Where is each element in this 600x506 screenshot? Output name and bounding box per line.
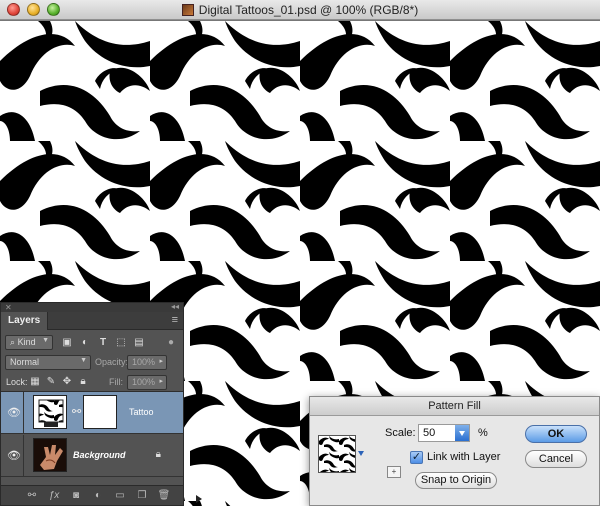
snap-to-origin-button[interactable]: Snap to Origin (415, 472, 497, 489)
new-layer-icon[interactable]: ❐ (135, 489, 149, 503)
pattern-thumbnail-graphic (38, 399, 64, 427)
filter-kind-value: Kind (17, 337, 36, 347)
scale-dropdown-button[interactable] (455, 425, 469, 441)
link-layers-icon[interactable]: ⚯ (25, 489, 39, 503)
percent-label: % (478, 427, 488, 439)
fx-icon[interactable]: ƒx (47, 489, 61, 503)
lock-icon: 🔒︎ (155, 449, 161, 460)
link-with-layer-checkbox[interactable]: ✓ (410, 451, 423, 464)
pattern-layer-thumbnail[interactable] (33, 395, 67, 429)
background-layer-thumbnail[interactable] (33, 438, 67, 472)
psd-file-icon (181, 4, 194, 16)
layers-list: 👁︎ ⚯ Tattoo 👁︎ Background 🔒︎ (1, 391, 183, 483)
chevron-down-icon (358, 451, 364, 456)
layers-panel: ✕ ◂◂ Layers ≡ ⌕ Kind ▼ ▣ ◐ T ⬚ ▤ ● Norma… (0, 302, 184, 506)
tab-layers[interactable]: Layers (1, 312, 49, 330)
opacity-value: 100% (132, 357, 156, 367)
dialog-titlebar[interactable]: Pattern Fill (310, 397, 599, 416)
type-filter-icon[interactable]: T (97, 337, 109, 349)
blend-mode-dropdown[interactable]: Normal ▼ (5, 355, 91, 370)
window-title-group: Digital Tattoos_01.psd @ 100% (RGB/8*) (0, 3, 600, 17)
eye-icon[interactable]: 👁︎ (7, 449, 21, 462)
lock-fill-row: Lock: ▦ ✎ ✥ 🔒︎ Fill: 100% ▸ (1, 371, 183, 393)
opacity-field[interactable]: 100% ▸ (127, 355, 167, 370)
adjustment-filter-icon[interactable]: ◐ (79, 337, 91, 349)
link-with-layer-label[interactable]: Link with Layer (427, 451, 500, 463)
chevron-down-icon: ▼ (80, 357, 87, 364)
panel-tab-bar: Layers ≡ (1, 312, 183, 330)
opacity-label: Opacity: (95, 357, 129, 367)
chevron-down-icon: ▼ (42, 337, 49, 344)
trash-icon[interactable]: 🗑︎ (157, 489, 171, 503)
eye-icon[interactable]: 👁︎ (7, 406, 21, 419)
panel-collapse-icon[interactable]: ◂◂ (171, 302, 179, 311)
window-titlebar[interactable]: Digital Tattoos_01.psd @ 100% (RGB/8*) (0, 0, 600, 20)
chain-link-icon[interactable]: ⚯ (72, 405, 81, 418)
scale-combo-box[interactable]: 50 (418, 424, 470, 442)
lock-position-move-icon[interactable]: ✥ (61, 376, 73, 388)
blend-opacity-row: Normal ▼ Opacity: 100% ▸ (1, 351, 183, 373)
layer-mask-thumbnail[interactable] (83, 395, 117, 429)
pattern-picker-dropdown[interactable] (358, 435, 366, 473)
new-pattern-preset-icon[interactable]: + (387, 466, 401, 478)
fill-value: 100% (132, 377, 156, 387)
smart-object-filter-icon[interactable]: ▤ (133, 337, 145, 349)
lock-all-icon[interactable]: 🔒︎ (77, 376, 89, 388)
filter-toggle-icon[interactable]: ● (165, 337, 177, 349)
chevron-down-icon (459, 431, 465, 436)
pattern-swatch-graphic (319, 436, 355, 472)
pattern-preview-swatch[interactable] (318, 435, 356, 473)
scale-label: Scale: (385, 427, 416, 439)
pixel-filter-icon[interactable]: ▣ (61, 337, 73, 349)
fill-field[interactable]: 100% ▸ (127, 375, 167, 390)
ok-button[interactable]: OK (525, 425, 587, 443)
scale-input[interactable]: 50 (423, 427, 435, 439)
pattern-fill-dialog: Pattern Fill + Scale: 50 % ✓ Link with L… (309, 396, 600, 506)
dialog-title: Pattern Fill (428, 400, 481, 412)
hand-photo-graphic (40, 445, 63, 470)
filter-kind-dropdown[interactable]: ⌕ Kind ▼ (5, 335, 53, 350)
cancel-button[interactable]: Cancel (525, 450, 587, 468)
layer-row-background[interactable]: 👁︎ Background 🔒︎ (1, 435, 183, 477)
search-icon: ⌕ (10, 337, 16, 347)
lock-label: Lock: (6, 377, 28, 387)
layers-panel-footer: ⚯ ƒx ◙ ◐ ▭ ❐ 🗑︎ (1, 485, 183, 505)
layer-row-tattoo[interactable]: 👁︎ ⚯ Tattoo (1, 392, 183, 434)
chevron-right-icon: ▸ (159, 358, 163, 365)
layer-filter-row: ⌕ Kind ▼ ▣ ◐ T ⬚ ▤ ● (1, 331, 183, 353)
chevron-right-icon: ▸ (159, 378, 163, 385)
panel-menu-icon[interactable]: ≡ (172, 314, 178, 326)
adjustment-layer-icon[interactable]: ◐ (91, 489, 105, 503)
lock-image-brush-icon[interactable]: ✎ (45, 376, 57, 388)
shape-filter-icon[interactable]: ⬚ (115, 337, 127, 349)
layer-name[interactable]: Tattoo (129, 407, 154, 417)
new-group-folder-icon[interactable]: ▭ (113, 489, 127, 503)
lock-transparent-icon[interactable]: ▦ (29, 376, 41, 388)
document-title: Digital Tattoos_01.psd @ 100% (RGB/8*) (198, 3, 419, 17)
scroll-right-arrow[interactable] (196, 495, 202, 503)
panel-close-icon[interactable]: ✕ (5, 303, 12, 312)
panel-header-strip[interactable]: ✕ ◂◂ (1, 302, 183, 312)
blend-mode-value: Normal (10, 357, 40, 367)
add-mask-icon[interactable]: ◙ (69, 489, 83, 503)
fill-label: Fill: (109, 377, 123, 387)
layer-name[interactable]: Background (73, 450, 126, 460)
